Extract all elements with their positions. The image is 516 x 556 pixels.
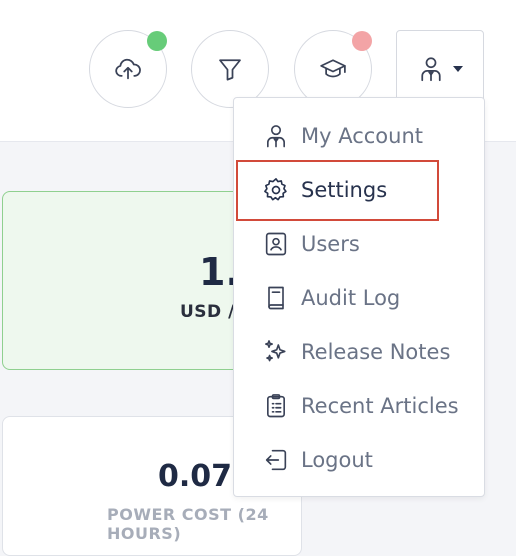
menu-item-label: Settings — [301, 178, 388, 202]
user-icon — [267, 125, 285, 148]
book-icon — [268, 286, 284, 310]
learning-status-badge — [352, 31, 372, 51]
menu-item-label: My Account — [301, 124, 424, 148]
sparkles-icon — [265, 340, 286, 362]
upload-status-badge — [147, 31, 167, 51]
menu-item-my-account[interactable]: My Account — [234, 109, 484, 163]
user-icon — [421, 57, 441, 82]
menu-item-release-notes[interactable]: Release Notes — [234, 325, 484, 379]
account-dropdown-menu: My Account Settings Users Audit Log Rele… — [233, 97, 485, 497]
menu-item-label: Logout — [301, 448, 373, 472]
menu-item-users[interactable]: Users — [234, 217, 484, 271]
menu-item-audit-log[interactable]: Audit Log — [234, 271, 484, 325]
power-cost-value: 0.07 — [158, 459, 233, 494]
menu-item-label: Users — [301, 232, 360, 256]
menu-item-label: Recent Articles — [301, 394, 459, 418]
rate-label: USD / — [180, 302, 235, 322]
graduation-cap-icon — [320, 59, 346, 78]
id-card-icon — [265, 232, 287, 256]
menu-item-recent-articles[interactable]: Recent Articles — [234, 379, 484, 433]
clipboard-list-icon — [267, 394, 285, 418]
cloud-upload-icon — [115, 58, 141, 80]
menu-item-label: Audit Log — [301, 286, 401, 310]
power-cost-label: POWER COST (24 HOURS) — [107, 505, 269, 543]
menu-item-logout[interactable]: Logout — [234, 433, 484, 487]
filter-icon — [219, 59, 241, 81]
menu-item-settings[interactable]: Settings — [234, 163, 484, 217]
caret-down-icon — [453, 66, 463, 72]
menu-item-label: Release Notes — [301, 340, 451, 364]
gear-icon — [264, 178, 287, 201]
logout-icon — [265, 449, 287, 471]
